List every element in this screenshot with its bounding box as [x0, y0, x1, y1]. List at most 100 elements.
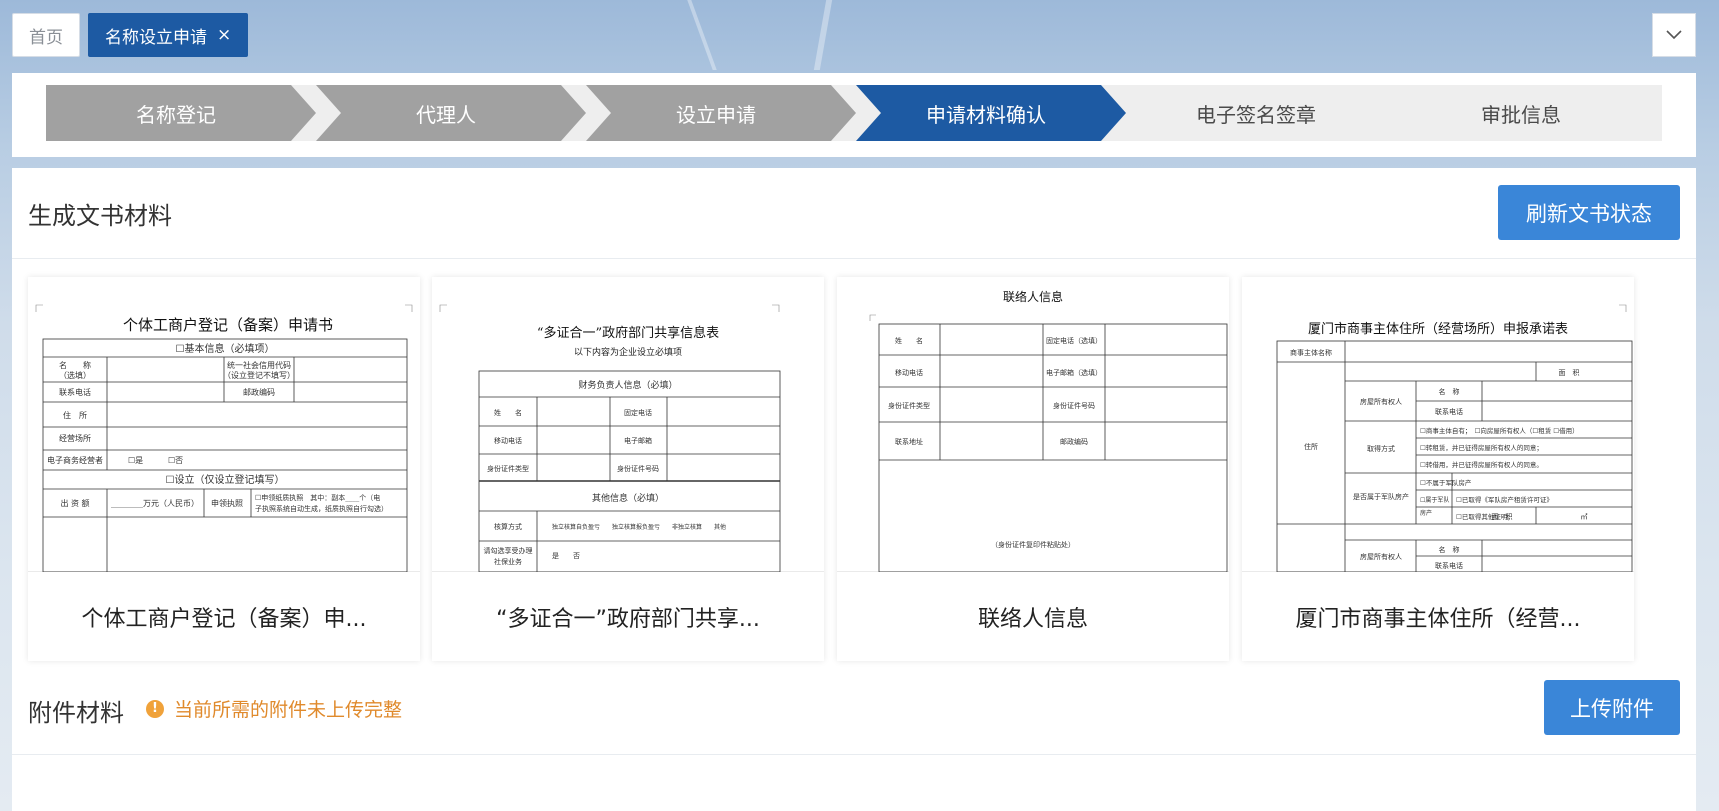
preview-text: 联系地址 — [895, 437, 923, 446]
preview-text: 房产 — [1420, 509, 1432, 517]
step-name-registration: 名称登记 — [46, 85, 316, 141]
preview-text: 联系电话 — [1435, 561, 1463, 570]
preview-text: 独立核算自负盈亏 独立核算报负盈亏 非独立核算 其他 — [552, 523, 726, 531]
step-approval-info: 审批信息 — [1391, 85, 1661, 141]
preview-text: 联系电话 — [59, 387, 91, 397]
preview-text: 核算方式 — [494, 522, 522, 531]
preview-text: 请勾选享受办理 — [484, 546, 533, 555]
background-decoration — [687, 0, 717, 70]
preview-text: 是否属于军队房产 — [1353, 492, 1409, 501]
step-label: 申请材料确认 — [926, 102, 1046, 127]
divider — [12, 258, 1696, 259]
preview-text: （设立登记不填写） — [223, 370, 295, 380]
doc-card-liaison-info[interactable]: 联络人信息 姓 名 固定电话（选填） 移动电话 电子邮箱（选填） 身份证件类型 … — [837, 277, 1229, 661]
tab-dropdown-button[interactable] — [1652, 13, 1696, 57]
preview-text: ☐基本信息（必填项） — [176, 342, 275, 355]
progress-steps: 名称登记 代理人 设立申请 申请材料确认 电子签名签章 审批信息 — [46, 85, 1662, 141]
preview-text: 子执照系统自动生成，纸质执照自行勾选） — [255, 504, 388, 513]
preview-text: 是 否 — [552, 552, 580, 560]
preview-text: 身份证件号码 — [617, 464, 659, 473]
preview-text: 经营场所 — [59, 433, 91, 443]
preview-text: 联系电话 — [1435, 407, 1463, 416]
doc-preview-image: “多证合一”政府部门共享信息表 以下内容为企业设立必填项 财务负责人信息（必填）… — [439, 304, 781, 573]
doc-name: 个体工商户登记（备案）申... — [81, 606, 367, 632]
step-label: 审批信息 — [1481, 102, 1561, 127]
preview-text: 固定电话 — [624, 408, 652, 417]
preview-text: 名 称 — [1439, 545, 1460, 554]
doc-preview[interactable]: 个体工商户登记（备案）申请书 ☐基本信息（必填项） 名 称 （选填） 统一社会信… — [28, 277, 420, 573]
preview-text: ☐不属于军队房产 — [1420, 478, 1472, 487]
tab-label: 首页 — [29, 27, 63, 48]
preview-text: 其他信息（必填） — [592, 492, 664, 504]
tab-bar: 首页 名称设立申请 × — [12, 13, 249, 57]
preview-text: （选填） — [59, 370, 91, 380]
preview-text: 面 积 — [1559, 368, 1580, 377]
preview-title: 个体工商户登记（备案）申请书 — [123, 316, 333, 334]
preview-text: 邮政编码 — [1060, 437, 1088, 446]
close-icon[interactable]: × — [217, 26, 231, 44]
preview-text: 移动电话 — [895, 368, 923, 377]
tab-home[interactable]: 首页 — [12, 13, 80, 57]
doc-preview[interactable]: “多证合一”政府部门共享信息表 以下内容为企业设立必填项 财务负责人信息（必填）… — [432, 277, 824, 573]
preview-text: 住 所 — [63, 410, 87, 420]
preview-text: ________万元（人民币） — [111, 499, 199, 508]
step-material-confirmation: 申请材料确认 — [856, 85, 1126, 141]
preview-text: ☐申领纸质执照 其中：副本____个（电 — [255, 493, 380, 502]
tab-name-application[interactable]: 名称设立申请 × — [88, 13, 249, 57]
preview-text: ☐已取得《军队房产租赁许可证》 — [1456, 495, 1553, 504]
refresh-docs-button[interactable]: 刷新文书状态 — [1498, 185, 1680, 240]
doc-preview[interactable]: 厦门市商事主体住所（经营场所）申报承诺表 商事主体名称 面 积 房屋所有权人 名… — [1242, 277, 1634, 573]
preview-text: 电子邮箱 — [624, 436, 652, 445]
doc-preview-image: 个体工商户登记（备案）申请书 ☐基本信息（必填项） 名 称 （选填） 统一社会信… — [35, 304, 413, 573]
attachments-title: 附件材料 — [28, 699, 124, 727]
step-electronic-signature: 电子签名签章 — [1126, 85, 1396, 141]
preview-text: ☐转借用，并已征得房屋所有权人的同意。 — [1420, 460, 1543, 469]
step-label: 电子签名签章 — [1196, 102, 1316, 127]
preview-text: （身份证件复印件粘贴处） — [991, 540, 1075, 549]
preview-text: ☐属于军队 — [1420, 496, 1449, 504]
step-establishment-application: 设立申请 — [586, 85, 856, 141]
preview-text: ☐商事主体自有； ☐向房屋所有权人（☐租赁 ☐借用） — [1420, 426, 1579, 435]
preview-text: 取得方式 — [1367, 444, 1395, 453]
preview-title: 联络人信息 — [1003, 289, 1063, 304]
step-label: 代理人 — [416, 102, 476, 127]
preview-text: 身份证件类型 — [888, 401, 930, 410]
preview-text: 邮政编码 — [243, 387, 275, 397]
warning-icon: ! — [146, 699, 164, 718]
preview-subtitle: 以下内容为企业设立必填项 — [574, 346, 682, 358]
doc-card-xiamen-residence-commitment[interactable]: 厦门市商事主体住所（经营场所）申报承诺表 商事主体名称 面 积 房屋所有权人 名… — [1242, 277, 1634, 661]
doc-preview[interactable]: 联络人信息 姓 名 固定电话（选填） 移动电话 电子邮箱（选填） 身份证件类型 … — [837, 277, 1229, 573]
preview-text: ☐设立（仅设立登记填写） — [166, 473, 285, 486]
upload-attachment-button[interactable]: 上传附件 — [1544, 680, 1680, 735]
preview-text: ☐是 — [128, 456, 143, 465]
background-decoration — [813, 0, 833, 70]
doc-name: 厦门市商事主体住所（经营... — [1295, 606, 1581, 632]
doc-card-multi-certificate-info[interactable]: “多证合一”政府部门共享信息表 以下内容为企业设立必填项 财务负责人信息（必填）… — [432, 277, 824, 661]
preview-text: 电子商务经营者 — [47, 455, 103, 465]
preview-text: ㎡ — [1581, 513, 1588, 521]
doc-preview-image: 联络人信息 姓 名 固定电话（选填） 移动电话 电子邮箱（选填） 身份证件类型 … — [869, 289, 1228, 573]
attachment-warning-text: 当前所需的附件未上传完整 — [174, 699, 403, 721]
preview-text: 商事主体名称 — [1290, 348, 1332, 357]
doc-name: 联络人信息 — [977, 606, 1088, 632]
doc-name: “多证合一”政府部门共享... — [496, 606, 760, 632]
preview-text: 电子邮箱（选填） — [1046, 368, 1102, 377]
tab-label: 名称设立申请 — [105, 27, 207, 48]
preview-text: 固定电话（选填） — [1046, 336, 1102, 345]
attachment-warning: ! 当前所需的附件未上传完整 — [146, 695, 402, 722]
doc-card-individual-business-registration[interactable]: 个体工商户登记（备案）申请书 ☐基本信息（必填项） 名 称 （选填） 统一社会信… — [28, 277, 420, 661]
preview-text: 姓 名 — [895, 336, 923, 345]
preview-title: “多证合一”政府部门共享信息表 — [537, 325, 719, 341]
generated-docs-title: 生成文书材料 — [28, 202, 172, 230]
chevron-down-icon — [1666, 30, 1682, 40]
preview-text: ☐转租赁，并已征得房屋所有权人的同意； — [1420, 443, 1543, 452]
preview-text: 面 积 — [1492, 512, 1513, 521]
preview-text: 财务负责人信息（必填） — [578, 379, 677, 391]
preview-text: 住所 — [1304, 442, 1318, 451]
preview-text: 统一社会信用代码 — [227, 360, 291, 370]
preview-text: 身份证件类型 — [487, 464, 529, 473]
progress-steps-card: 名称登记 代理人 设立申请 申请材料确认 电子签名签章 审批信息 — [12, 73, 1696, 157]
preview-text: 申领执照 — [211, 498, 243, 508]
preview-text: 社保业务 — [494, 557, 522, 566]
main-panel: 生成文书材料 刷新文书状态 个体工商户登记（备案）申请书 ☐基本信息（必填项） … — [12, 168, 1696, 811]
